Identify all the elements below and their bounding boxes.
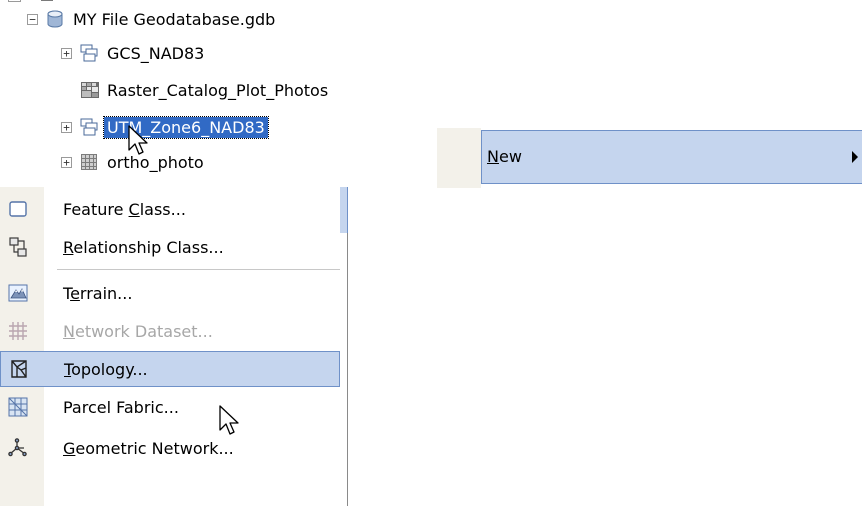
menu-item-label: Network Dataset... [63, 321, 213, 341]
relationship-class-icon [9, 237, 27, 257]
geodatabase-icon [46, 10, 64, 28]
expand-toggle[interactable]: + [61, 121, 72, 133]
menu-item-network-dataset: Network Dataset... [0, 313, 340, 349]
tree-label-gcs-nad83[interactable]: GCS_NAD83 [104, 43, 207, 64]
menu-item-label: Parcel Fabric... [63, 397, 179, 417]
raster-catalog-icon [80, 81, 99, 99]
tree-label-ortho-photo[interactable]: ortho_photo [104, 152, 207, 173]
menu-top-highlight-edge [340, 187, 348, 233]
menu-item-label: Geometric Network... [63, 438, 234, 458]
menu-item-feature-class[interactable]: Feature Class... [0, 191, 340, 227]
menu-item-relationship-class[interactable]: Relationship Class... [0, 229, 340, 265]
submenu-arrow-icon [852, 151, 858, 163]
feature-dataset-icon [80, 44, 98, 62]
menu-item-label: Relationship Class... [63, 237, 224, 257]
menu-item-label: Topology... [64, 359, 148, 379]
new-menu-item[interactable]: New [437, 128, 862, 188]
mouse-pointer-icon [219, 405, 239, 435]
geometric-network-icon [8, 438, 27, 457]
terrain-icon [8, 284, 28, 302]
mouse-pointer-icon [128, 125, 148, 155]
menu-separator [57, 269, 340, 270]
topology-icon [11, 360, 27, 378]
collapse-toggle[interactable]: − [27, 13, 38, 25]
menu-item-highlight [481, 130, 862, 184]
menu-gutter [437, 128, 481, 188]
menu-item-geometric-network[interactable]: Geometric Network... [0, 430, 340, 466]
collapse-toggle[interactable] [8, 0, 21, 2]
network-dataset-icon [9, 322, 27, 340]
expand-toggle[interactable]: + [61, 47, 72, 59]
tree-row-geodatabase[interactable]: − MY File Geodatabase.gdb [27, 6, 278, 32]
tree-row-raster-catalog[interactable]: Raster_Catalog_Plot_Photos [80, 77, 331, 103]
tree-label-geodatabase[interactable]: MY File Geodatabase.gdb [70, 9, 278, 30]
menu-item-label: Feature Class... [63, 199, 186, 219]
feature-class-icon [9, 201, 27, 217]
new-menu-label: New [487, 147, 522, 166]
folder-icon [41, 0, 53, 1]
menu-item-parcel-fabric[interactable]: Parcel Fabric... [0, 389, 340, 425]
parcel-fabric-icon [8, 397, 28, 417]
feature-dataset-icon [80, 118, 98, 136]
new-submenu: Feature Class... Relationship Class... T… [0, 187, 348, 506]
tree-row-gcs-nad83[interactable]: + GCS_NAD83 [61, 40, 207, 66]
tree-row-partial [8, 0, 68, 2]
tree-label-raster-catalog[interactable]: Raster_Catalog_Plot_Photos [104, 80, 331, 101]
menu-item-topology[interactable]: Topology... [0, 351, 340, 387]
menu-item-label: Terrain... [63, 283, 133, 303]
expand-toggle[interactable]: + [61, 156, 72, 168]
raster-dataset-icon [80, 153, 98, 171]
tree-row-utm-zone6[interactable]: + UTM_Zone6_NAD83 [61, 114, 269, 140]
menu-item-terrain[interactable]: Terrain... [0, 275, 340, 311]
